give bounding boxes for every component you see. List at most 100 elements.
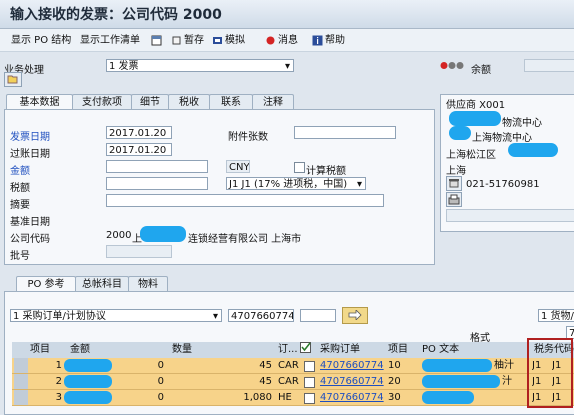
row-po-link[interactable]: 4707660774	[320, 358, 384, 373]
status-lights-icon	[440, 61, 464, 70]
transfer-button[interactable]	[342, 307, 368, 324]
attachments-field[interactable]	[294, 126, 396, 139]
col-purchase-order[interactable]: 采购订单	[320, 342, 360, 357]
row-checkbox[interactable]	[304, 393, 315, 404]
window-title: 输入接收的发票：公司代码 2000	[10, 7, 222, 23]
tab-po-reference[interactable]: PO 参考	[16, 276, 76, 292]
text-field[interactable]	[106, 194, 384, 207]
layout-button[interactable]	[151, 34, 164, 48]
col-item[interactable]: 项目	[30, 342, 50, 357]
tab-gl-account[interactable]: 总帐科目	[75, 276, 129, 292]
posting-date-field[interactable]: 2017.01.20	[106, 143, 172, 156]
po-item-field[interactable]	[300, 309, 336, 322]
col-checkbox[interactable]	[300, 342, 312, 357]
tab-contact[interactable]: 联系	[209, 94, 253, 110]
row-amount: 0	[157, 360, 164, 371]
redaction-mark	[64, 375, 112, 388]
calc-tax-label: 计算税额	[306, 166, 346, 177]
batch-field	[106, 245, 172, 258]
posting-date-label: 过账日期	[10, 149, 50, 160]
text-label: 摘要	[10, 200, 30, 211]
balance-field	[524, 59, 574, 72]
row-checkbox[interactable]	[304, 377, 315, 388]
redaction-mark	[422, 359, 492, 372]
tab-payment[interactable]: 支付款项	[72, 94, 132, 110]
redaction-mark	[508, 143, 558, 157]
grid-header: 项目 金额 数量 订... 采购订单 项目 PO 文本 税务代码	[12, 342, 574, 359]
simulate-button[interactable]: 模拟	[212, 34, 245, 48]
redaction-mark	[64, 391, 112, 404]
col-order-unit[interactable]: 订...	[278, 342, 298, 357]
row-selector[interactable]	[14, 374, 28, 389]
help-label: 帮助	[325, 35, 345, 46]
hold-button[interactable]: 暂存	[171, 34, 204, 48]
tab-notes[interactable]: 注释	[252, 94, 294, 110]
col-po-item[interactable]: 项目	[388, 342, 408, 357]
tab-tax[interactable]: 税收	[168, 94, 210, 110]
vendor-name-2: 上海物流中心	[472, 133, 532, 144]
row-unit: HE	[278, 392, 292, 403]
vendor-name: 物流中心	[502, 118, 542, 129]
tab-basic-data[interactable]: 基本数据	[6, 94, 73, 110]
reference-type-select[interactable]: 1 采购订单/计划协议 ▾	[10, 309, 222, 322]
row-checkbox[interactable]	[304, 361, 315, 372]
chevron-down-icon: ▾	[212, 311, 218, 322]
chevron-down-icon: ▾	[284, 61, 290, 72]
company-code-label: 公司代码	[10, 234, 50, 245]
folder-icon	[7, 75, 18, 84]
row-selector[interactable]	[14, 390, 28, 405]
telephone-icon	[449, 179, 459, 188]
col-po-text[interactable]: PO 文本	[422, 342, 459, 357]
tax-amount-field[interactable]	[106, 177, 208, 190]
calc-tax-checkbox[interactable]	[294, 162, 305, 173]
hold-icon	[172, 36, 181, 44]
row-po-text: 柚汁	[494, 360, 514, 371]
display-po-structure-button[interactable]: 显示 PO 结构	[11, 34, 71, 48]
check-icon	[300, 342, 311, 353]
table-row[interactable]: 0 3 1,080 HE 4707660774 30 J1 J1	[12, 390, 574, 406]
messages-label: 消息	[278, 35, 298, 46]
company-name-value: 连锁经营有限公司 上海市	[188, 234, 302, 245]
vendor-extra-field	[446, 209, 574, 222]
arrow-right-icon	[348, 310, 362, 320]
phone-button[interactable]	[446, 176, 462, 191]
col-quantity[interactable]: 数量	[172, 342, 192, 357]
redaction-mark	[449, 111, 501, 126]
goods-service-select[interactable]: 1 货物/服	[538, 309, 574, 322]
redaction-mark	[140, 226, 186, 242]
row-po-link[interactable]: 4707660774	[320, 390, 384, 405]
po-number-field[interactable]: 4707660774	[228, 309, 294, 322]
display-worklist-button[interactable]: 显示工作清单	[80, 34, 140, 48]
row-selector[interactable]	[14, 358, 28, 373]
vendor-title: 供应商 X001	[446, 100, 506, 111]
messages-button[interactable]: 消息	[265, 34, 298, 48]
fax-icon	[448, 194, 460, 205]
redaction-mark	[64, 359, 112, 372]
business-select[interactable]: 1 发票 ▾	[106, 59, 294, 72]
tab-material[interactable]: 物料	[128, 276, 168, 292]
table-row[interactable]: 0 1 45 CAR 4707660774 10 柚汁 J1 J1	[12, 358, 574, 374]
baseline-date-label: 基准日期	[10, 217, 50, 228]
invoice-date-label: 发票日期	[10, 132, 50, 143]
table-row[interactable]: 0 2 45 CAR 4707660774 20 汁 J1 J1	[12, 374, 574, 390]
red-light-icon	[266, 36, 275, 44]
hold-label: 暂存	[184, 35, 204, 46]
col-amount[interactable]: 金额	[70, 342, 90, 357]
chevron-down-icon: ▾	[356, 179, 362, 190]
row-po-item: 20	[388, 376, 401, 387]
fax-button[interactable]	[446, 192, 462, 207]
invoice-document-button[interactable]	[4, 72, 22, 87]
balance-label: 余额	[471, 65, 491, 76]
vendor-street: 上海松江区	[446, 150, 496, 161]
amount-field[interactable]	[106, 160, 208, 173]
row-amount: 0	[157, 376, 164, 387]
business-value: 1 发票	[109, 61, 139, 72]
tab-details[interactable]: 细节	[131, 94, 169, 110]
tax-code-select[interactable]: J1 J1 (17% 进项税，中国) ▾	[226, 177, 366, 190]
invoice-date-field[interactable]: 2017.01.20	[106, 126, 172, 139]
attachments-label: 附件张数	[228, 132, 268, 143]
tax-code-highlight-frame	[527, 338, 573, 408]
help-button[interactable]: 帮助	[312, 34, 345, 48]
simulate-label: 模拟	[225, 35, 245, 46]
row-po-link[interactable]: 4707660774	[320, 374, 384, 389]
